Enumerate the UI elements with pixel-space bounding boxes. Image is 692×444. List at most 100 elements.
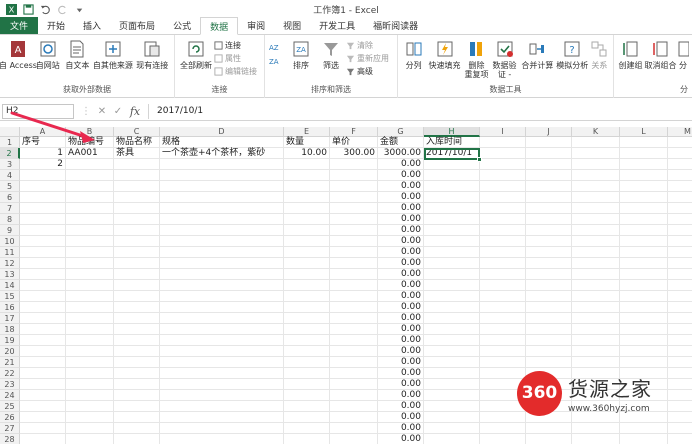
cell-L13[interactable]: [620, 269, 668, 280]
cancel-icon[interactable]: ✕: [94, 106, 110, 117]
cell-G20[interactable]: 0.00: [378, 346, 424, 357]
cell-M20[interactable]: [668, 346, 692, 357]
cell-J1[interactable]: [526, 137, 572, 148]
cell-A7[interactable]: [20, 203, 66, 214]
column-header-K[interactable]: K: [572, 127, 620, 137]
cell-I3[interactable]: [480, 159, 526, 170]
cell-J12[interactable]: [526, 258, 572, 269]
cell-E9[interactable]: [284, 225, 330, 236]
cell-B22[interactable]: [66, 368, 114, 379]
cell-F2[interactable]: 300.00: [330, 148, 378, 159]
cell-E17[interactable]: [284, 313, 330, 324]
cell-K9[interactable]: [572, 225, 620, 236]
cell-G10[interactable]: 0.00: [378, 236, 424, 247]
cell-G28[interactable]: 0.00: [378, 434, 424, 444]
cell-L18[interactable]: [620, 324, 668, 335]
row-header-21[interactable]: 21: [0, 357, 20, 368]
tab-view[interactable]: 视图: [274, 17, 310, 34]
cell-E6[interactable]: [284, 192, 330, 203]
from-web-button[interactable]: 自网站: [33, 39, 63, 70]
cell-B16[interactable]: [66, 302, 114, 313]
cell-A8[interactable]: [20, 214, 66, 225]
column-header-M[interactable]: M: [668, 127, 692, 137]
what-if-analysis-button[interactable]: ? 模拟分析: [556, 39, 589, 70]
column-header-G[interactable]: G: [378, 127, 424, 137]
cell-H3[interactable]: [424, 159, 480, 170]
cell-F1[interactable]: 单价: [330, 137, 378, 148]
cell-C27[interactable]: [114, 423, 160, 434]
sort-button[interactable]: ZA 排序: [286, 39, 316, 70]
cell-E4[interactable]: [284, 170, 330, 181]
cell-D12[interactable]: [160, 258, 284, 269]
cell-M13[interactable]: [668, 269, 692, 280]
cell-G5[interactable]: 0.00: [378, 181, 424, 192]
cell-L28[interactable]: [620, 434, 668, 444]
cell-K20[interactable]: [572, 346, 620, 357]
column-header-I[interactable]: I: [480, 127, 526, 137]
cell-C14[interactable]: [114, 280, 160, 291]
cell-D27[interactable]: [160, 423, 284, 434]
cell-M2[interactable]: [668, 148, 692, 159]
cell-L1[interactable]: [620, 137, 668, 148]
cell-F13[interactable]: [330, 269, 378, 280]
from-other-sources-button[interactable]: 自其他来源: [92, 39, 133, 70]
cell-F5[interactable]: [330, 181, 378, 192]
cell-B18[interactable]: [66, 324, 114, 335]
cell-F7[interactable]: [330, 203, 378, 214]
cell-I12[interactable]: [480, 258, 526, 269]
cell-A28[interactable]: [20, 434, 66, 444]
cell-B23[interactable]: [66, 379, 114, 390]
cell-C18[interactable]: [114, 324, 160, 335]
cell-I14[interactable]: [480, 280, 526, 291]
cell-J27[interactable]: [526, 423, 572, 434]
tab-foxit-reader[interactable]: 福昕阅读器: [364, 17, 427, 34]
cell-C21[interactable]: [114, 357, 160, 368]
cell-I9[interactable]: [480, 225, 526, 236]
cell-G19[interactable]: 0.00: [378, 335, 424, 346]
column-header-L[interactable]: L: [620, 127, 668, 137]
cell-E13[interactable]: [284, 269, 330, 280]
cell-A10[interactable]: [20, 236, 66, 247]
tab-file[interactable]: 文件: [0, 17, 39, 34]
undo-icon[interactable]: [40, 4, 51, 15]
cell-L17[interactable]: [620, 313, 668, 324]
cell-I27[interactable]: [480, 423, 526, 434]
column-header-A[interactable]: A: [20, 127, 66, 137]
row-header-10[interactable]: 10: [0, 236, 20, 247]
cell-E8[interactable]: [284, 214, 330, 225]
cell-C5[interactable]: [114, 181, 160, 192]
subtotal-button[interactable]: 分: [677, 39, 689, 70]
remove-duplicates-button[interactable]: 删除 重复项: [463, 39, 490, 79]
row-header-5[interactable]: 5: [0, 181, 20, 192]
cell-C28[interactable]: [114, 434, 160, 444]
cell-G25[interactable]: 0.00: [378, 401, 424, 412]
cell-K6[interactable]: [572, 192, 620, 203]
cell-H26[interactable]: [424, 412, 480, 423]
cell-H14[interactable]: [424, 280, 480, 291]
cell-B25[interactable]: [66, 401, 114, 412]
cell-A1[interactable]: 序号: [20, 137, 66, 148]
cell-E2[interactable]: 10.00: [284, 148, 330, 159]
cell-L11[interactable]: [620, 247, 668, 258]
cell-C10[interactable]: [114, 236, 160, 247]
connections-button[interactable]: 连接: [214, 40, 257, 51]
cell-B7[interactable]: [66, 203, 114, 214]
cell-C2[interactable]: 茶具: [114, 148, 160, 159]
cell-B19[interactable]: [66, 335, 114, 346]
cell-B24[interactable]: [66, 390, 114, 401]
cell-L12[interactable]: [620, 258, 668, 269]
cell-F10[interactable]: [330, 236, 378, 247]
row-header-7[interactable]: 7: [0, 203, 20, 214]
cell-H22[interactable]: [424, 368, 480, 379]
cell-I18[interactable]: [480, 324, 526, 335]
cell-A12[interactable]: [20, 258, 66, 269]
cell-C3[interactable]: [114, 159, 160, 170]
cell-B5[interactable]: [66, 181, 114, 192]
cell-A4[interactable]: [20, 170, 66, 181]
tab-insert[interactable]: 插入: [74, 17, 110, 34]
cell-E22[interactable]: [284, 368, 330, 379]
from-access-button[interactable]: A 自 Access: [0, 39, 37, 70]
text-to-columns-button[interactable]: 分列: [401, 39, 426, 70]
row-header-15[interactable]: 15: [0, 291, 20, 302]
relationships-button[interactable]: 关系: [589, 39, 610, 70]
